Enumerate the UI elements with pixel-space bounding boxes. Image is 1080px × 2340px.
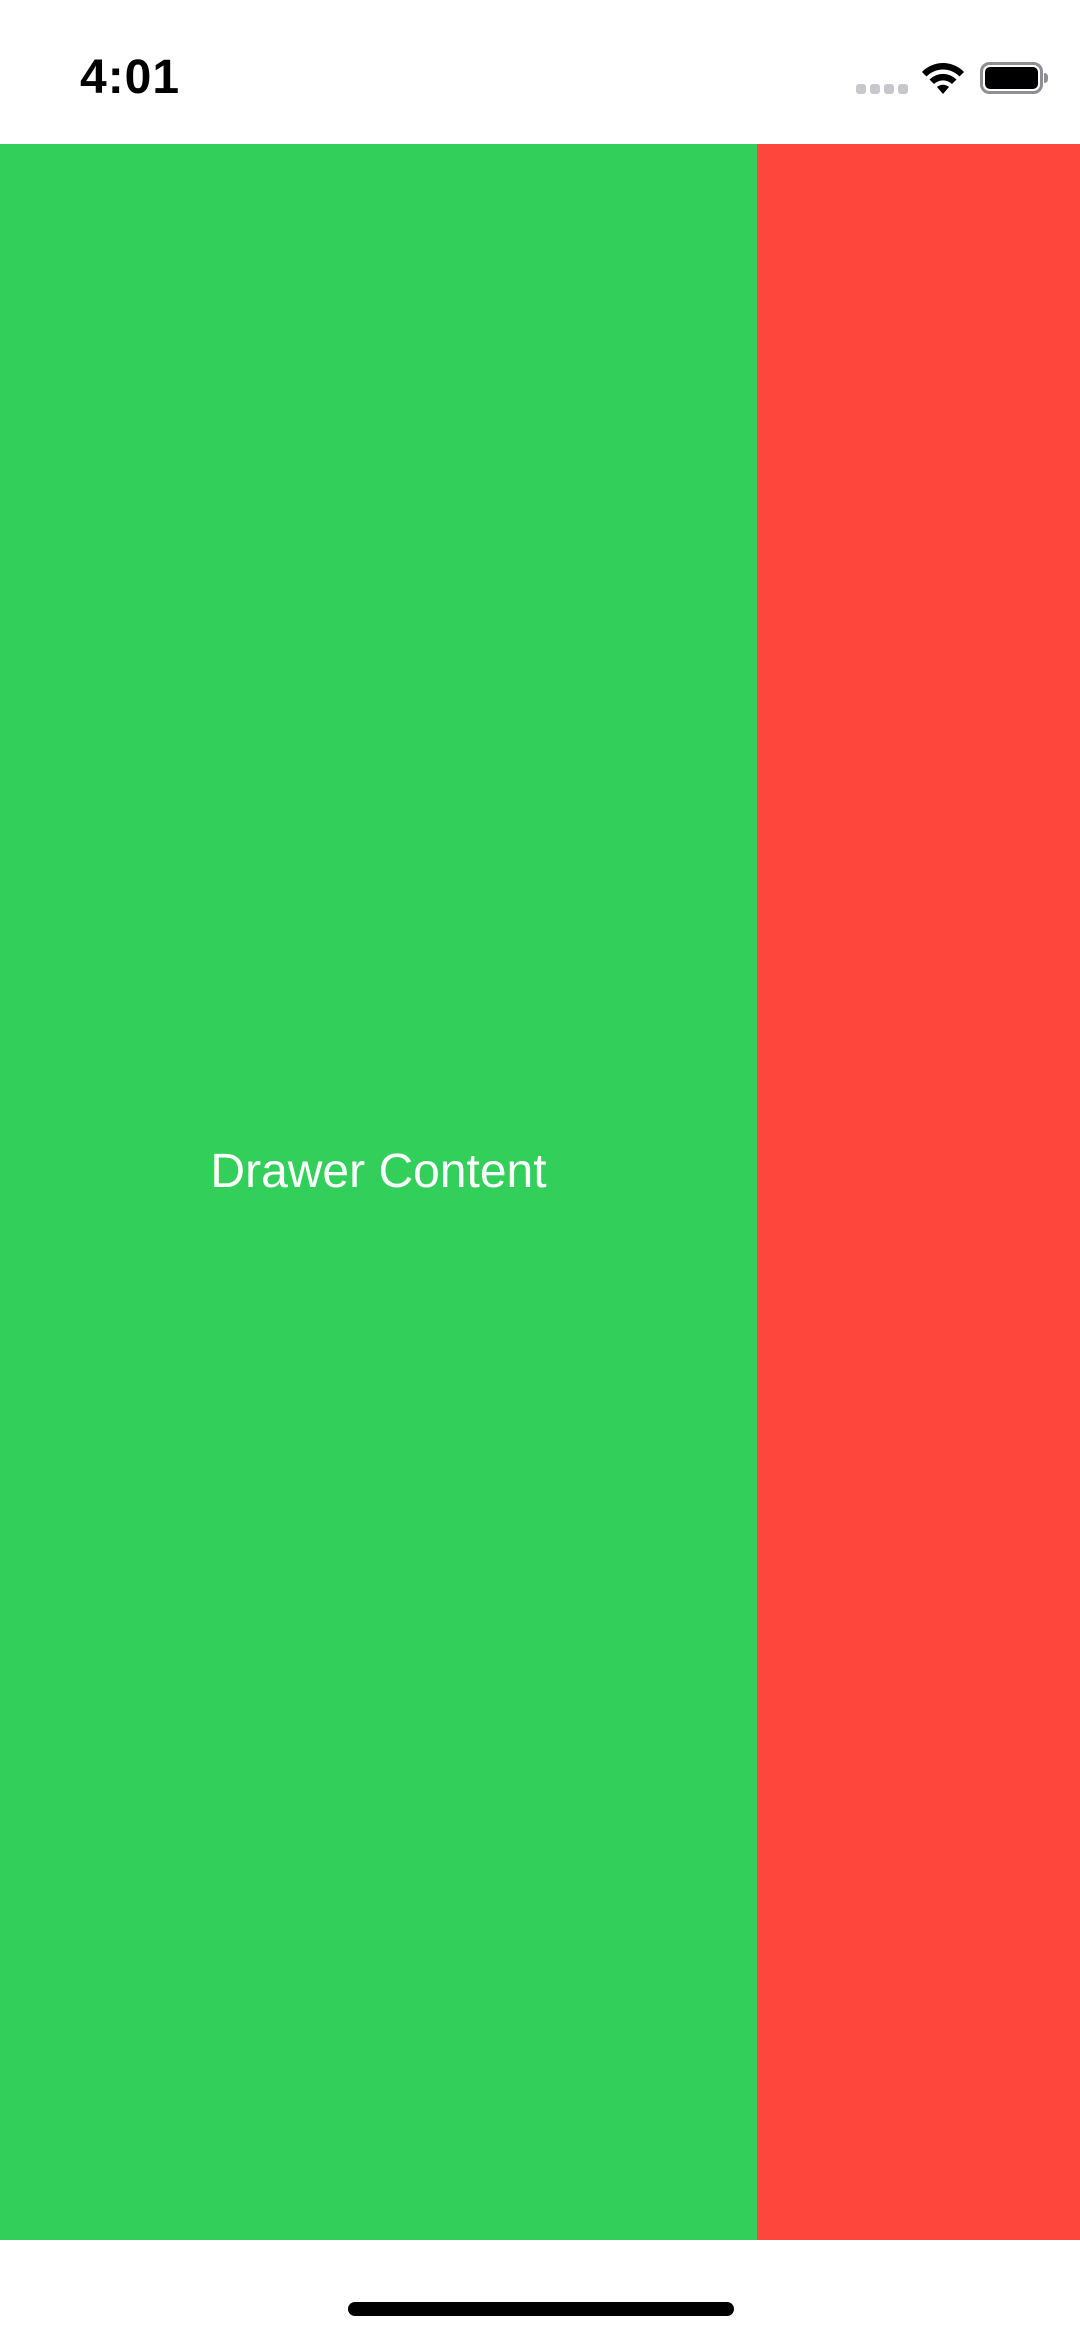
main-content-panel[interactable] [757,144,1080,2240]
screen: 4:01 Drawer Content [0,0,1080,2340]
home-area [0,2240,1080,2340]
status-time: 4:01 [80,51,181,104]
cellular-signal-icon [856,84,908,94]
drawer-panel[interactable]: Drawer Content [0,144,757,2240]
content-area: Drawer Content [0,144,1080,2240]
home-indicator[interactable] [348,2302,734,2316]
wifi-icon [922,63,964,94]
drawer-content-label: Drawer Content [210,1145,547,1198]
status-bar: 4:01 [0,0,1080,144]
battery-icon [980,62,1048,94]
